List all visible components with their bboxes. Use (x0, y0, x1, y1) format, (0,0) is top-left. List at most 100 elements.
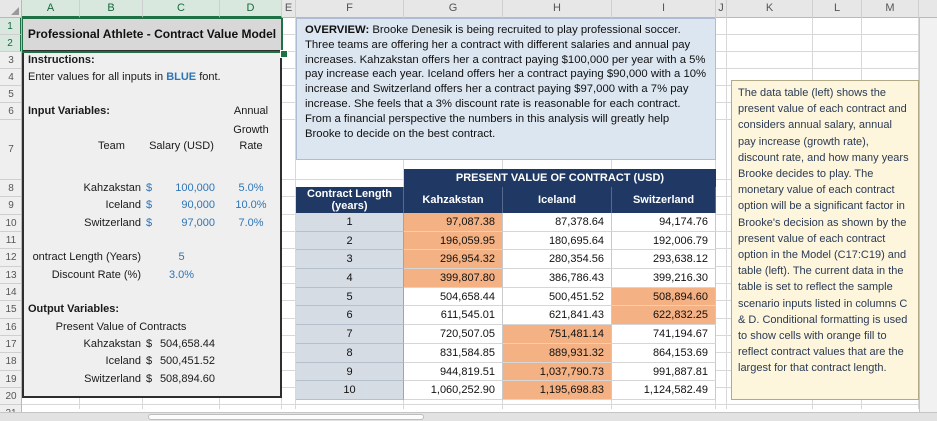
pv-value-cell[interactable]: 504,658.44 (404, 287, 503, 307)
pv-year-cell[interactable]: 8 (296, 343, 404, 363)
discount-rate-row: Discount Rate (%) 3.0% (22, 267, 282, 284)
pv-year-cell[interactable]: 3 (296, 250, 404, 270)
input-row-iceland: Iceland $ 90,000 10.0% (22, 197, 282, 214)
pv-value-cell[interactable]: 296,954.32 (404, 250, 503, 270)
pv-value-cell[interactable]: 87,378.64 (503, 213, 612, 232)
column-header-F[interactable]: F (296, 0, 404, 18)
row-header-16[interactable]: 16 (0, 319, 21, 336)
input-row-switzerland: Switzerland $ 97,000 7.0% (22, 215, 282, 232)
pv-year-cell[interactable]: 1 (296, 213, 404, 232)
row-header-13[interactable]: 13 (0, 267, 21, 284)
row-header-14[interactable]: 14 (0, 284, 21, 301)
overview-box[interactable]: OVERVIEW: Brooke Denesik is being recrui… (296, 18, 716, 160)
pv-value-cell[interactable]: 944,819.51 (404, 362, 503, 382)
output-value-cell[interactable]: 500,451.52 (152, 353, 215, 370)
row-header-5[interactable]: 5 (0, 86, 21, 103)
pv-value-cell[interactable]: 386,786.43 (503, 269, 612, 288)
column-header-G[interactable]: G (404, 0, 503, 18)
row-header-21[interactable]: 21 (0, 405, 21, 413)
column-header-J[interactable]: J (716, 0, 727, 18)
pv-value-cell[interactable]: 1,124,582.49 (612, 381, 716, 400)
column-header-A[interactable]: A (22, 0, 80, 18)
overview-label: OVERVIEW: (305, 24, 370, 36)
pv-value-cell[interactable]: 831,584.85 (404, 343, 503, 363)
output-value-cell[interactable]: 508,894.60 (152, 371, 215, 388)
output-value-cell[interactable]: 504,658.44 (152, 336, 215, 353)
pv-value-cell[interactable]: 399,807.80 (404, 269, 503, 288)
column-header-I[interactable]: I (612, 0, 716, 18)
row-header-9[interactable]: 9 (0, 197, 21, 215)
pv-value-cell[interactable]: 508,894.60 (612, 287, 716, 307)
contract-length-value-cell[interactable]: 5 (143, 249, 220, 266)
pv-value-cell[interactable]: 622,832.25 (612, 306, 716, 326)
pv-value-cell[interactable]: 621,841.43 (503, 306, 612, 326)
growth-value-cell[interactable]: 10.0% (220, 197, 282, 214)
pv-col-header-iceland: Iceland (503, 187, 612, 213)
pv-value-cell[interactable]: 280,354.56 (503, 250, 612, 270)
pv-value-cell[interactable]: 196,059.95 (404, 231, 503, 251)
pv-value-cell[interactable]: 751,481.14 (503, 325, 612, 344)
pv-value-cell[interactable]: 293,638.12 (612, 250, 716, 270)
row-header-2[interactable]: 2 (0, 35, 21, 52)
row-header-8[interactable]: 8 (0, 180, 21, 197)
growth-value-cell[interactable]: 5.0% (220, 180, 282, 197)
vertical-scrollbar[interactable] (919, 18, 937, 412)
row-header-20[interactable]: 20 (0, 388, 21, 405)
column-header-M[interactable]: M (862, 0, 919, 18)
pv-value-cell[interactable]: 94,174.76 (612, 213, 716, 232)
pv-value-cell[interactable]: 399,216.30 (612, 269, 716, 288)
row-header-10[interactable]: 10 (0, 215, 21, 232)
pv-value-cell[interactable]: 192,006.79 (612, 231, 716, 251)
pv-year-cell[interactable]: 5 (296, 287, 404, 307)
pv-value-cell[interactable]: 1,195,698.83 (503, 381, 612, 400)
column-header-D[interactable]: D (220, 0, 282, 18)
row-header-18[interactable]: 18 (0, 353, 21, 371)
fill-handle[interactable] (280, 50, 288, 58)
pv-value-cell[interactable]: 720,507.05 (404, 325, 503, 344)
row-header-6[interactable]: 6 (0, 103, 21, 120)
discount-rate-value-cell[interactable]: 3.0% (143, 267, 220, 284)
pv-value-cell[interactable]: 1,037,790.73 (503, 362, 612, 382)
salary-value-cell[interactable]: 90,000 (152, 197, 215, 214)
salary-value-cell[interactable]: 97,000 (152, 215, 215, 232)
output-team-label: Switzerland (84, 373, 141, 385)
row-header-7[interactable]: 7 (0, 120, 21, 180)
row-header-15[interactable]: 15 (0, 301, 21, 319)
row-header-19[interactable]: 19 (0, 371, 21, 388)
pv-value-cell[interactable]: 97,087.38 (404, 213, 503, 232)
select-all-corner[interactable] (0, 0, 22, 18)
growth-header-line-annual: Annual (233, 105, 269, 117)
row-header-3[interactable]: 3 (0, 52, 21, 69)
row-header-17[interactable]: 17 (0, 336, 21, 353)
row-header-1[interactable]: 1 (0, 18, 21, 35)
column-header-H[interactable]: H (503, 0, 612, 18)
salary-value-cell[interactable]: 100,000 (152, 180, 215, 197)
row-header-12[interactable]: 12 (0, 249, 21, 267)
horizontal-scrollbar[interactable] (0, 412, 937, 421)
pv-year-cell[interactable]: 4 (296, 269, 404, 288)
pv-value-cell[interactable]: 741,194.67 (612, 325, 716, 344)
row-header-4[interactable]: 4 (0, 69, 21, 86)
pv-value-cell[interactable]: 611,545.01 (404, 306, 503, 326)
column-header-K[interactable]: K (727, 0, 813, 18)
note-box[interactable]: The data table (left) shows the present … (731, 80, 919, 400)
pv-value-cell[interactable]: 180,695.64 (503, 231, 612, 251)
pv-year-cell[interactable]: 6 (296, 306, 404, 326)
pv-year-cell[interactable]: 2 (296, 231, 404, 251)
pv-value-cell[interactable]: 889,931.32 (503, 343, 612, 363)
row-header-11[interactable]: 11 (0, 232, 21, 249)
pv-value-cell[interactable]: 500,451.52 (503, 287, 612, 307)
horizontal-scrollbar-thumb[interactable] (148, 414, 424, 420)
column-header-E[interactable]: E (282, 0, 296, 18)
pv-value-cell[interactable]: 864,153.69 (612, 343, 716, 363)
column-header-C[interactable]: C (143, 0, 220, 18)
pv-value-cell[interactable]: 991,887.81 (612, 362, 716, 382)
column-header-B[interactable]: B (80, 0, 143, 18)
pv-year-cell[interactable]: 9 (296, 362, 404, 382)
pv-year-cell[interactable]: 7 (296, 325, 404, 344)
growth-value-cell[interactable]: 7.0% (220, 215, 282, 232)
model-title-cell[interactable]: Professional Athlete - Contract Value Mo… (22, 18, 282, 52)
pv-year-cell[interactable]: 10 (296, 381, 404, 400)
column-header-L[interactable]: L (813, 0, 862, 18)
pv-value-cell[interactable]: 1,060,252.90 (404, 381, 503, 400)
